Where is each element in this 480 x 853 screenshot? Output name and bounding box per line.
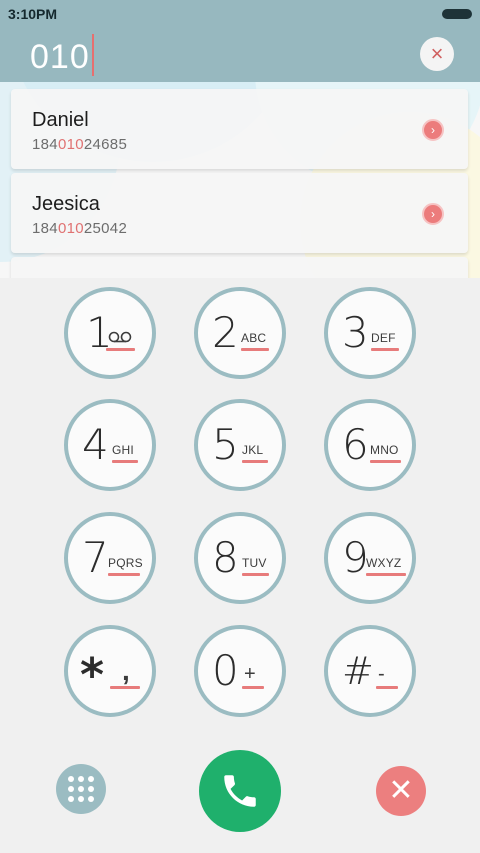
delete-button[interactable]: ✕	[376, 766, 426, 816]
status-bar: 3:10PM	[0, 0, 480, 28]
key-letters: PQRS	[108, 556, 143, 570]
key-underline	[106, 348, 135, 351]
contact-card-partial[interactable]	[11, 257, 468, 278]
key-underline	[242, 573, 269, 576]
contact-detail-button[interactable]: ›	[422, 203, 444, 225]
key-underline	[108, 573, 140, 576]
key-letters: MNO	[370, 443, 399, 457]
key-underline	[366, 573, 406, 576]
chevron-right-icon: ›	[431, 123, 435, 137]
delete-icon: ✕	[388, 774, 414, 807]
key-digit: 8	[212, 533, 239, 582]
key-7[interactable]: 7 PQRS	[64, 512, 156, 604]
contact-detail-button[interactable]: ›	[422, 119, 444, 141]
key-letters: +	[244, 663, 256, 685]
key-letters: ,	[122, 655, 130, 686]
key-0[interactable]: 0 +	[194, 625, 286, 717]
key-1[interactable]: 1	[64, 287, 156, 379]
key-digit: 4	[82, 420, 109, 469]
chevron-right-icon: ›	[431, 207, 435, 221]
match-highlight: 010	[57, 136, 84, 153]
contact-number: 18401024685	[32, 136, 128, 153]
key-digit: 9	[342, 533, 369, 582]
dial-keypad: 1 2 ABC 3 DEF 4 GHI 5 JKL 6 MNO 7 PQRS 8…	[0, 278, 480, 853]
battery-icon	[442, 9, 472, 19]
key-4[interactable]: 4 GHI	[64, 399, 156, 491]
key-underline	[242, 686, 264, 689]
key-6[interactable]: 6 MNO	[324, 399, 416, 491]
key-letters: JKL	[242, 443, 264, 457]
contact-card-daniel[interactable]: Daniel 18401024685 ›	[11, 89, 468, 169]
key-digit: 0	[212, 646, 239, 695]
text-caret	[91, 34, 94, 76]
key-letters: DEF	[371, 331, 396, 345]
key-9[interactable]: 9 WXYZ	[324, 512, 416, 604]
key-letters: WXYZ	[366, 556, 402, 570]
contact-name: Jeesica	[32, 193, 100, 215]
key-underline	[241, 348, 269, 351]
key-letters: ABC	[241, 331, 267, 345]
clear-input-button[interactable]: ×	[420, 37, 454, 71]
key-5[interactable]: 5 JKL	[194, 399, 286, 491]
match-highlight: 010	[57, 220, 84, 237]
key-letters: TUV	[242, 556, 267, 570]
key-underline	[370, 460, 401, 463]
key-underline	[371, 348, 399, 351]
key-letters: GHI	[112, 443, 134, 457]
key-underline	[110, 686, 140, 689]
close-icon: ×	[430, 41, 444, 66]
contact-name: Daniel	[32, 109, 89, 131]
contact-suggestions: Daniel 18401024685 › Jeesica 18401025042…	[0, 82, 480, 278]
key-underline	[112, 460, 138, 463]
voicemail-icon	[108, 331, 132, 343]
key-8[interactable]: 8 TUV	[194, 512, 286, 604]
contact-number: 18401025042	[32, 220, 128, 237]
key-hash[interactable]: # -	[324, 625, 416, 717]
key-digit: 2	[212, 308, 239, 357]
call-button[interactable]	[199, 750, 281, 832]
phone-icon	[224, 775, 256, 807]
key-digit: 6	[342, 420, 369, 469]
key-letters: -	[378, 663, 385, 685]
key-digit: *	[80, 648, 105, 702]
key-digit: 3	[342, 308, 369, 357]
key-underline	[242, 460, 268, 463]
grid-icon	[68, 776, 94, 802]
key-star[interactable]: * ,	[64, 625, 156, 717]
keypad-toggle-button[interactable]	[56, 764, 106, 814]
key-3[interactable]: 3 DEF	[324, 287, 416, 379]
contact-card-jeesica[interactable]: Jeesica 18401025042 ›	[11, 173, 468, 253]
key-underline	[376, 686, 398, 689]
status-time: 3:10PM	[8, 6, 58, 22]
dialed-number-input[interactable]: 010	[30, 34, 94, 77]
key-digit: #	[342, 649, 374, 693]
key-2[interactable]: 2 ABC	[194, 287, 286, 379]
key-digit: 7	[82, 533, 109, 582]
dial-input-bar: 010 ×	[0, 28, 480, 82]
key-digit: 5	[212, 420, 239, 469]
